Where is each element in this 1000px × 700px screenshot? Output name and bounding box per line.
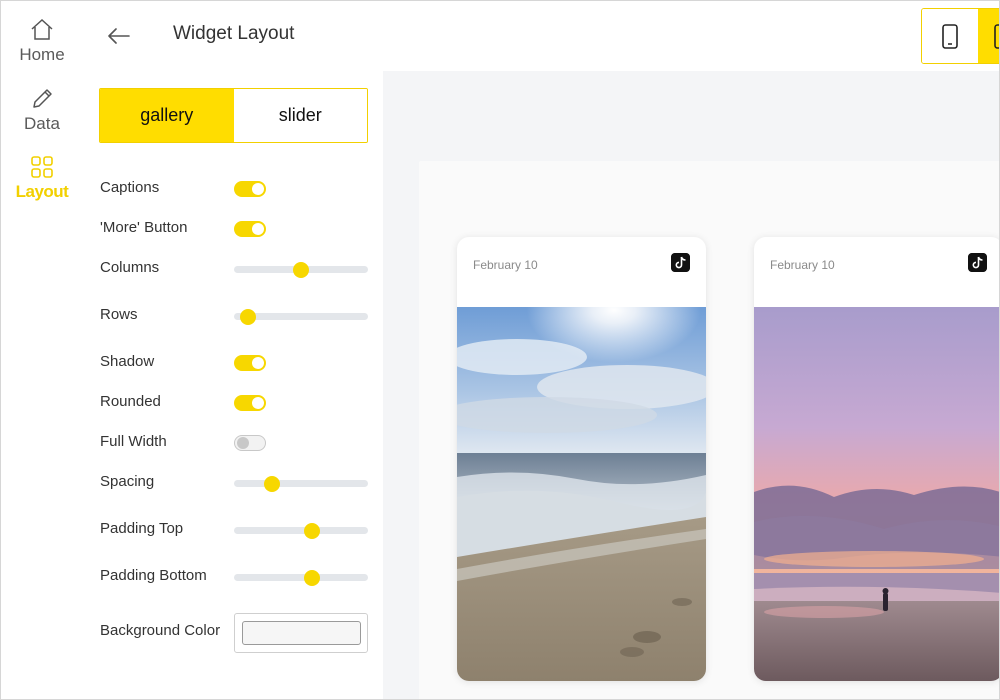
slider-thumb[interactable]: [303, 570, 320, 586]
grid-icon: [31, 156, 53, 178]
beach-waves-photo: [457, 307, 706, 681]
device-switcher: [921, 8, 999, 64]
post-card[interactable]: February 10: [754, 237, 999, 681]
top-bar: Widget Layout: [83, 1, 999, 71]
full-width-toggle[interactable]: [234, 435, 266, 451]
gallery-mode-button[interactable]: gallery: [100, 89, 234, 142]
toggle-knob: [252, 357, 264, 369]
home-icon: [31, 18, 53, 40]
rounded-toggle[interactable]: [234, 395, 266, 411]
setting-padding-top: Padding Top: [100, 517, 370, 541]
setting-label: Padding Top: [100, 520, 184, 537]
nav-item-layout[interactable]: Layout: [1, 154, 83, 202]
padding-bottom-slider[interactable]: [234, 570, 368, 586]
phone-preview-button[interactable]: [922, 9, 978, 63]
slider-mode-button[interactable]: slider: [233, 89, 367, 142]
arrow-left-icon[interactable]: [105, 23, 133, 49]
slider-thumb[interactable]: [303, 523, 320, 539]
setting-label: Rounded: [100, 393, 161, 410]
rows-slider[interactable]: [234, 309, 368, 325]
widget-canvas: February 10 February 10: [419, 161, 999, 699]
beach-sunset-photo: [754, 307, 999, 681]
toggle-knob: [237, 437, 249, 449]
nav-rail: Home Data Layout: [1, 1, 83, 699]
nav-item-data[interactable]: Data: [1, 86, 83, 134]
setting-more-button: 'More' Button: [100, 216, 370, 240]
setting-label: Shadow: [100, 353, 155, 370]
setting-columns: Columns: [100, 256, 370, 280]
setting-label: Captions: [100, 179, 160, 196]
nav-item-label: Data: [24, 114, 60, 133]
setting-rounded: Rounded: [100, 390, 370, 414]
post-card[interactable]: February 10: [457, 237, 706, 681]
setting-label: Rows: [100, 306, 138, 323]
settings-panel: gallery slider Captions 'More' Button Co…: [83, 71, 383, 699]
setting-label: 'More' Button: [100, 219, 188, 236]
setting-label: Full Width: [100, 433, 167, 450]
slider-track: [234, 574, 368, 581]
columns-slider[interactable]: [234, 262, 368, 278]
setting-captions: Captions: [100, 176, 370, 200]
toggle-knob: [252, 183, 264, 195]
setting-full-width: Full Width: [100, 430, 370, 454]
setting-label: Columns: [100, 259, 160, 276]
setting-rows: Rows: [100, 303, 370, 327]
toggle-knob: [252, 397, 264, 409]
tiktok-icon: [671, 253, 690, 272]
shadow-toggle[interactable]: [234, 355, 266, 371]
post-date: February 10: [770, 258, 835, 272]
background-color-picker[interactable]: [234, 613, 368, 653]
setting-shadow: Shadow: [100, 350, 370, 374]
toggle-knob: [252, 223, 264, 235]
tablet-icon: [994, 24, 999, 49]
nav-item-home[interactable]: Home: [1, 17, 83, 65]
captions-toggle[interactable]: [234, 181, 266, 197]
setting-label: Spacing: [100, 473, 155, 490]
more-button-toggle[interactable]: [234, 221, 266, 237]
setting-padding-bottom: Padding Bottom: [100, 564, 370, 588]
slider-track: [234, 480, 368, 487]
app-window: Home Data Layout Widget Layout gallery s…: [0, 0, 1000, 700]
nav-item-label: Layout: [15, 182, 69, 201]
setting-background-color: Background Color: [100, 613, 370, 653]
slider-thumb[interactable]: [263, 476, 280, 492]
setting-spacing: Spacing: [100, 470, 370, 494]
phone-icon: [942, 24, 958, 49]
tablet-preview-button[interactable]: [978, 9, 999, 63]
post-date: February 10: [473, 258, 538, 272]
layout-mode-toggle: gallery slider: [99, 88, 368, 143]
setting-label: Background Color: [100, 622, 221, 639]
slider-thumb[interactable]: [239, 309, 256, 325]
pencil-icon: [33, 89, 52, 108]
preview-area: February 10 February 10: [383, 71, 999, 699]
slider-track: [234, 527, 368, 534]
setting-label: Padding Bottom: [100, 567, 207, 584]
slider-thumb[interactable]: [293, 262, 309, 278]
tiktok-icon: [968, 253, 987, 272]
padding-top-slider[interactable]: [234, 523, 368, 539]
spacing-slider[interactable]: [234, 476, 368, 492]
color-swatch: [242, 621, 361, 645]
nav-item-label: Home: [19, 45, 65, 64]
page-title: Widget Layout: [173, 23, 295, 44]
